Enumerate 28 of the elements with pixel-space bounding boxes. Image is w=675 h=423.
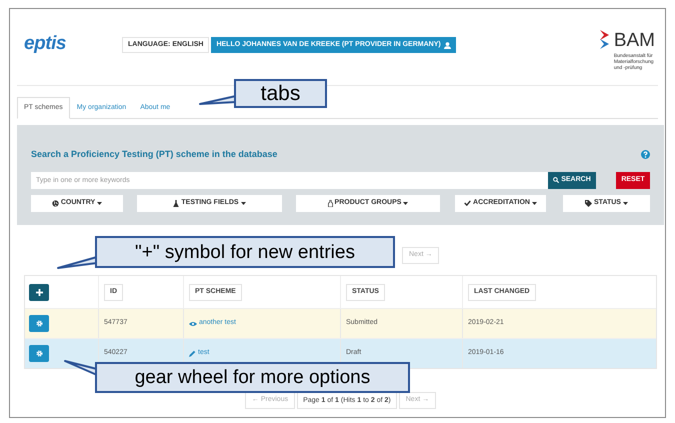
logo: eptis (24, 34, 66, 53)
caret-icon (532, 202, 537, 204)
gear-icon (36, 320, 42, 327)
callout: gear wheel for more options (95, 362, 410, 393)
caret-icon (97, 202, 102, 204)
user-icon (444, 42, 451, 48)
flask-icon (173, 200, 180, 206)
globe-icon (52, 200, 59, 206)
gear-icon (36, 350, 42, 357)
search-icon (553, 177, 560, 183)
search-title: Search a Proficiency Testing (PT) scheme in the database (31, 148, 278, 161)
add-button[interactable] (29, 284, 49, 300)
callout: tabs (234, 79, 327, 108)
check-icon (464, 200, 472, 206)
bottle-icon (328, 200, 333, 206)
callout: "+" symbol for new entries (95, 236, 395, 268)
caret-icon (240, 202, 246, 204)
chevron-logo-icon (600, 29, 610, 51)
options-button[interactable] (29, 315, 49, 332)
org-logo-name: BAM (614, 30, 655, 50)
options-button[interactable] (29, 345, 49, 362)
caret-icon (622, 202, 628, 204)
tag-icon (585, 200, 592, 206)
plus-icon (36, 288, 42, 296)
help-icon (641, 150, 650, 160)
caret-icon (403, 202, 408, 204)
pencil-icon (189, 350, 196, 357)
eye-icon (189, 320, 197, 326)
